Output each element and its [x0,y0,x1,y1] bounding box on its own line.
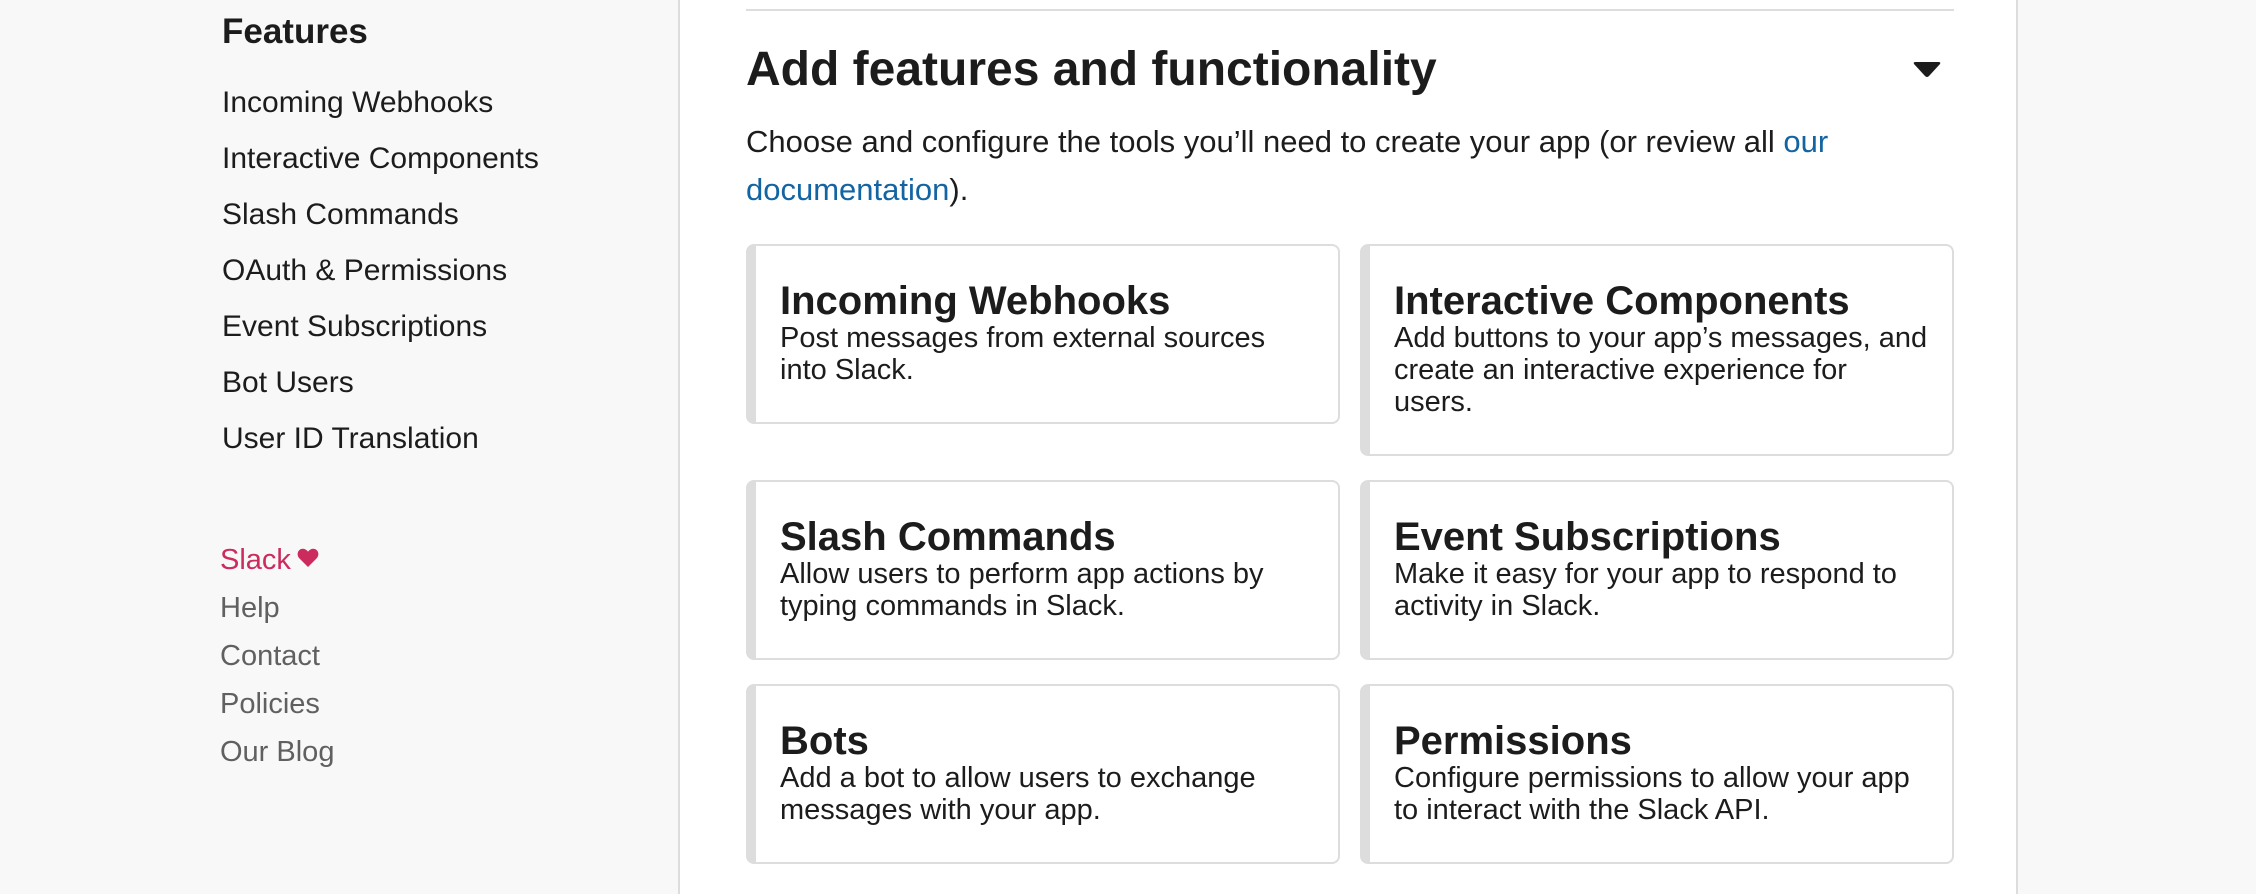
intro-body: Choose and configure the tools you’ll ne… [746,124,1784,159]
section-divider [746,9,1954,11]
card-title: Bots [780,719,869,763]
sidebar-item-oauth-permissions[interactable]: OAuth & Permissions [222,248,539,304]
sidebar-item-slash-commands[interactable]: Slash Commands [222,192,539,248]
footer-link-contact[interactable]: Contact [220,634,334,682]
feature-card-slash-commands[interactable]: Slash Commands Allow users to perform ap… [746,480,1340,660]
card-description: Post messages from external sources into… [780,322,1266,386]
feature-card-event-subscriptions[interactable]: Event Subscriptions Make it easy for you… [1360,480,1954,660]
heart-icon [297,537,319,581]
footer-link-policies[interactable]: Policies [220,682,334,730]
section-title: Add features and functionality [746,43,1437,96]
card-description: Make it easy for your app to respond to … [1394,558,1897,622]
sidebar-heading: Features [222,12,368,51]
feature-card-incoming-webhooks[interactable]: Incoming Webhooks Post messages from ext… [746,244,1340,424]
card-description: Configure permissions to allow your app … [1394,762,1910,826]
card-title: Event Subscriptions [1394,515,1781,559]
footer-link-help[interactable]: Help [220,586,334,634]
feature-card-permissions[interactable]: Permissions Configure permissions to all… [1360,684,1954,864]
feature-card-bots[interactable]: Bots Add a bot to allow users to exchang… [746,684,1340,864]
features-nav: Incoming Webhooks Interactive Components… [222,80,539,472]
footer-brand-label: Slack [220,544,291,576]
card-description: Add buttons to your app’s messages, and … [1394,322,1928,418]
footer-links: Slack Help Contact Policies Our Blog [220,538,334,778]
sidebar-item-bot-users[interactable]: Bot Users [222,360,539,416]
footer-link-slack[interactable]: Slack [220,538,334,586]
card-description: Allow users to perform app actions by ty… [780,558,1264,622]
intro-text: Choose and configure the tools you’ll ne… [746,118,1946,214]
caret-down-icon[interactable] [1912,60,1952,90]
card-title: Interactive Components [1394,279,1850,323]
intro-suffix: ). [949,172,969,207]
card-title: Permissions [1394,719,1632,763]
sidebar-item-event-subscriptions[interactable]: Event Subscriptions [222,304,539,360]
sidebar-item-interactive-components[interactable]: Interactive Components [222,136,539,192]
sidebar: Features Incoming Webhooks Interactive C… [0,0,678,894]
footer-link-our-blog[interactable]: Our Blog [220,730,334,778]
feature-card-interactive-components[interactable]: Interactive Components Add buttons to yo… [1360,244,1954,456]
card-title: Slash Commands [780,515,1116,559]
card-title: Incoming Webhooks [780,279,1171,323]
card-description: Add a bot to allow users to exchange mes… [780,762,1256,826]
page: Features Incoming Webhooks Interactive C… [0,0,2256,894]
sidebar-item-user-id-translation[interactable]: User ID Translation [222,416,539,472]
main-panel: Add features and functionality Choose an… [678,0,2018,894]
sidebar-item-incoming-webhooks[interactable]: Incoming Webhooks [222,80,539,136]
